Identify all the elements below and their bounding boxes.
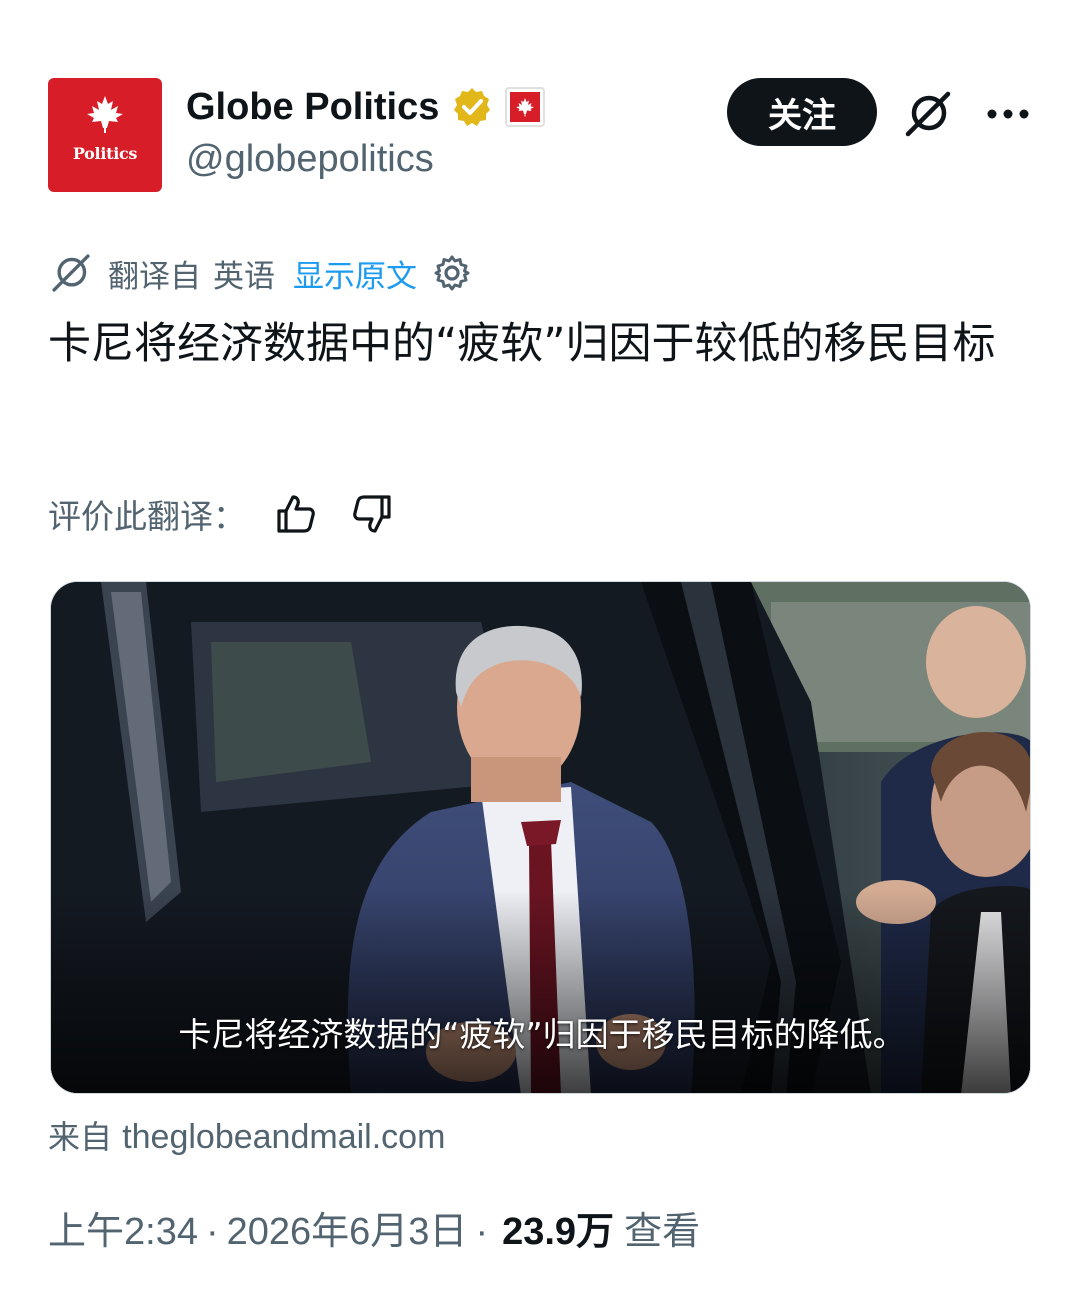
- avatar-text: Politics: [72, 144, 138, 163]
- translation-info: 翻译自 英语 显示原文: [48, 248, 473, 298]
- post-meta: 上午2:34 · 2026年6月3日 · 23.9万 查看: [48, 1200, 700, 1256]
- views-label: 查看: [624, 1211, 701, 1253]
- more-options-icon[interactable]: [978, 84, 1038, 144]
- post-date[interactable]: 2026年6月3日: [227, 1200, 468, 1255]
- rate-translation: 评价此翻译：: [48, 488, 396, 540]
- avatar[interactable]: Politics: [48, 78, 162, 192]
- show-original-link[interactable]: 显示原文: [293, 251, 417, 296]
- meta-separator: ·: [205, 1211, 219, 1253]
- rate-translation-label: 评价此翻译：: [48, 497, 246, 536]
- link-preview-card[interactable]: 卡尼将经济数据的“疲软”归因于移民目标的降低。: [50, 581, 1031, 1094]
- affiliate-flag-icon[interactable]: [505, 87, 546, 127]
- account-handle[interactable]: @globepolitics: [186, 138, 434, 181]
- gear-icon[interactable]: [431, 252, 473, 294]
- meta-separator: ·: [475, 1211, 489, 1253]
- source-language: 英语: [213, 258, 275, 295]
- post-text: 卡尼将经济数据中的“疲软”归因于较低的移民目标: [48, 319, 996, 369]
- post-time[interactable]: 上午2:34: [48, 1200, 198, 1255]
- follow-button[interactable]: 关注: [727, 78, 877, 146]
- views-count: 23.9万: [502, 1211, 615, 1253]
- maple-leaf-icon: [48, 94, 162, 138]
- source-prefix: 来自: [48, 1118, 113, 1156]
- display-name[interactable]: Globe Politics: [186, 86, 439, 129]
- verified-badge-icon[interactable]: [451, 86, 493, 128]
- thumbs-down-icon[interactable]: [348, 490, 396, 538]
- translate-grok-icon: [48, 250, 94, 296]
- translated-from-label: 翻译自: [108, 258, 201, 295]
- link-source[interactable]: 来自 theglobeandmail.com: [48, 1112, 445, 1158]
- thumbs-up-icon[interactable]: [272, 490, 320, 538]
- media-caption: 卡尼将经济数据的“疲软”归因于移民目标的降低。: [178, 1015, 906, 1054]
- source-domain[interactable]: theglobeandmail.com: [122, 1118, 445, 1156]
- account-name-row: Globe Politics: [186, 80, 546, 134]
- grok-icon[interactable]: [898, 84, 958, 144]
